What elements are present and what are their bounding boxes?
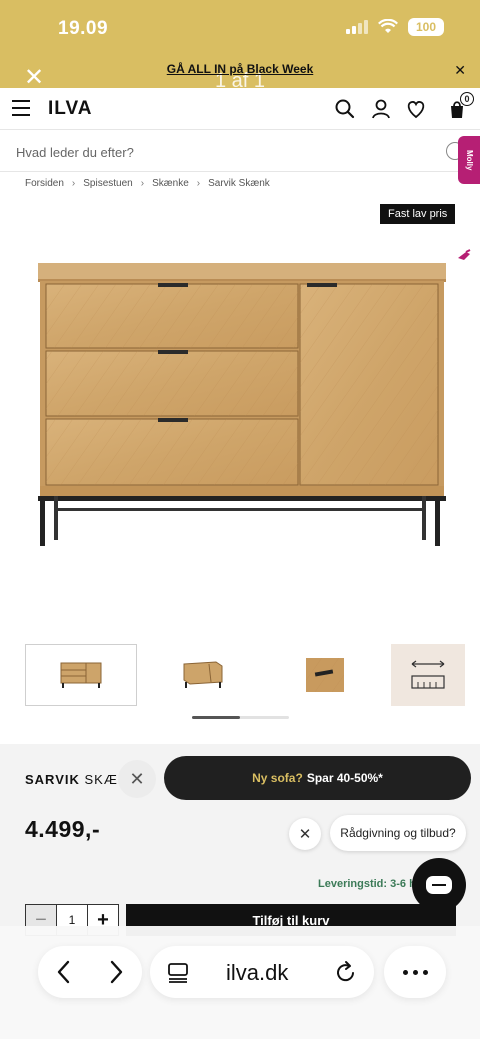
chevron-right-icon: › bbox=[140, 178, 145, 189]
promo-banner: 19.09 100 1 af 1 ✕ GÅ ALL IN på Black We… bbox=[0, 0, 480, 92]
thumbnail[interactable] bbox=[391, 644, 465, 706]
close-icon[interactable]: ✕ bbox=[118, 760, 156, 798]
wifi-icon bbox=[378, 19, 398, 33]
chat-close-button[interactable]: ✕ bbox=[289, 818, 321, 850]
reader-icon[interactable] bbox=[166, 960, 190, 984]
breadcrumb-item[interactable]: Spisestuen bbox=[83, 178, 132, 189]
browser-toolbar: ilva.dk bbox=[0, 926, 480, 1039]
heart-icon[interactable] bbox=[405, 98, 427, 120]
chat-bubble[interactable]: Rådgivning og tilbud? bbox=[330, 815, 466, 851]
search-bar bbox=[0, 132, 480, 172]
chevron-right-icon: › bbox=[196, 178, 201, 189]
promo-close-button[interactable]: ✕ bbox=[454, 62, 466, 79]
product-price: 4.499,- bbox=[25, 816, 101, 842]
cellular-signal-icon bbox=[346, 20, 368, 34]
browser-nav-group bbox=[38, 946, 142, 998]
thumbnail-strip bbox=[25, 644, 475, 706]
forward-icon[interactable] bbox=[106, 959, 126, 985]
address-bar[interactable]: ilva.dk bbox=[150, 946, 374, 998]
scrollbar-thumb[interactable] bbox=[192, 716, 240, 719]
ruler-icon bbox=[411, 660, 445, 689]
promo-link[interactable]: GÅ ALL IN på Black Week bbox=[0, 62, 480, 76]
molly-tab[interactable]: Molly bbox=[458, 136, 480, 184]
url-text: ilva.dk bbox=[226, 960, 289, 985]
reload-icon[interactable] bbox=[334, 959, 358, 985]
logo[interactable]: ILVA bbox=[48, 98, 92, 120]
menu-icon[interactable] bbox=[12, 100, 30, 116]
breadcrumb-item[interactable]: Forsiden bbox=[25, 178, 64, 189]
site-header: ILVA 0 bbox=[0, 88, 480, 130]
more-options-icon[interactable] bbox=[384, 946, 446, 998]
thumbnail[interactable] bbox=[269, 644, 381, 706]
thumbnail[interactable] bbox=[25, 644, 137, 706]
sofa-promo-text: Spar 40-50%* bbox=[306, 771, 383, 785]
search-input[interactable] bbox=[16, 132, 436, 172]
breadcrumb: Forsiden › Spisestuen › Skænke › Sarvik … bbox=[25, 178, 270, 189]
product-image[interactable] bbox=[30, 260, 450, 560]
search-icon[interactable] bbox=[334, 98, 356, 120]
chevron-right-icon: › bbox=[71, 178, 76, 189]
battery-indicator: 100 bbox=[408, 18, 444, 36]
thumbnail-scrollbar[interactable] bbox=[192, 716, 289, 719]
price-badge: Fast lav pris bbox=[380, 204, 456, 224]
pin-icon bbox=[458, 249, 471, 260]
breadcrumb-item[interactable]: Sarvik Skænk bbox=[208, 178, 270, 189]
sofa-promo-highlight: Ny sofa? bbox=[252, 771, 303, 785]
status-icons: 100 bbox=[346, 18, 444, 36]
thumbnail[interactable] bbox=[147, 644, 259, 706]
breadcrumb-item[interactable]: Skænke bbox=[152, 178, 189, 189]
back-icon[interactable] bbox=[54, 959, 74, 985]
status-time: 19.09 bbox=[58, 18, 109, 39]
cart-count-badge: 0 bbox=[460, 92, 474, 106]
user-icon[interactable] bbox=[370, 98, 392, 120]
delivery-time: Leveringstid: 3-6 h bbox=[318, 878, 416, 890]
sofa-promo-button[interactable]: Ny sofa? Spar 40-50%* bbox=[164, 756, 471, 800]
